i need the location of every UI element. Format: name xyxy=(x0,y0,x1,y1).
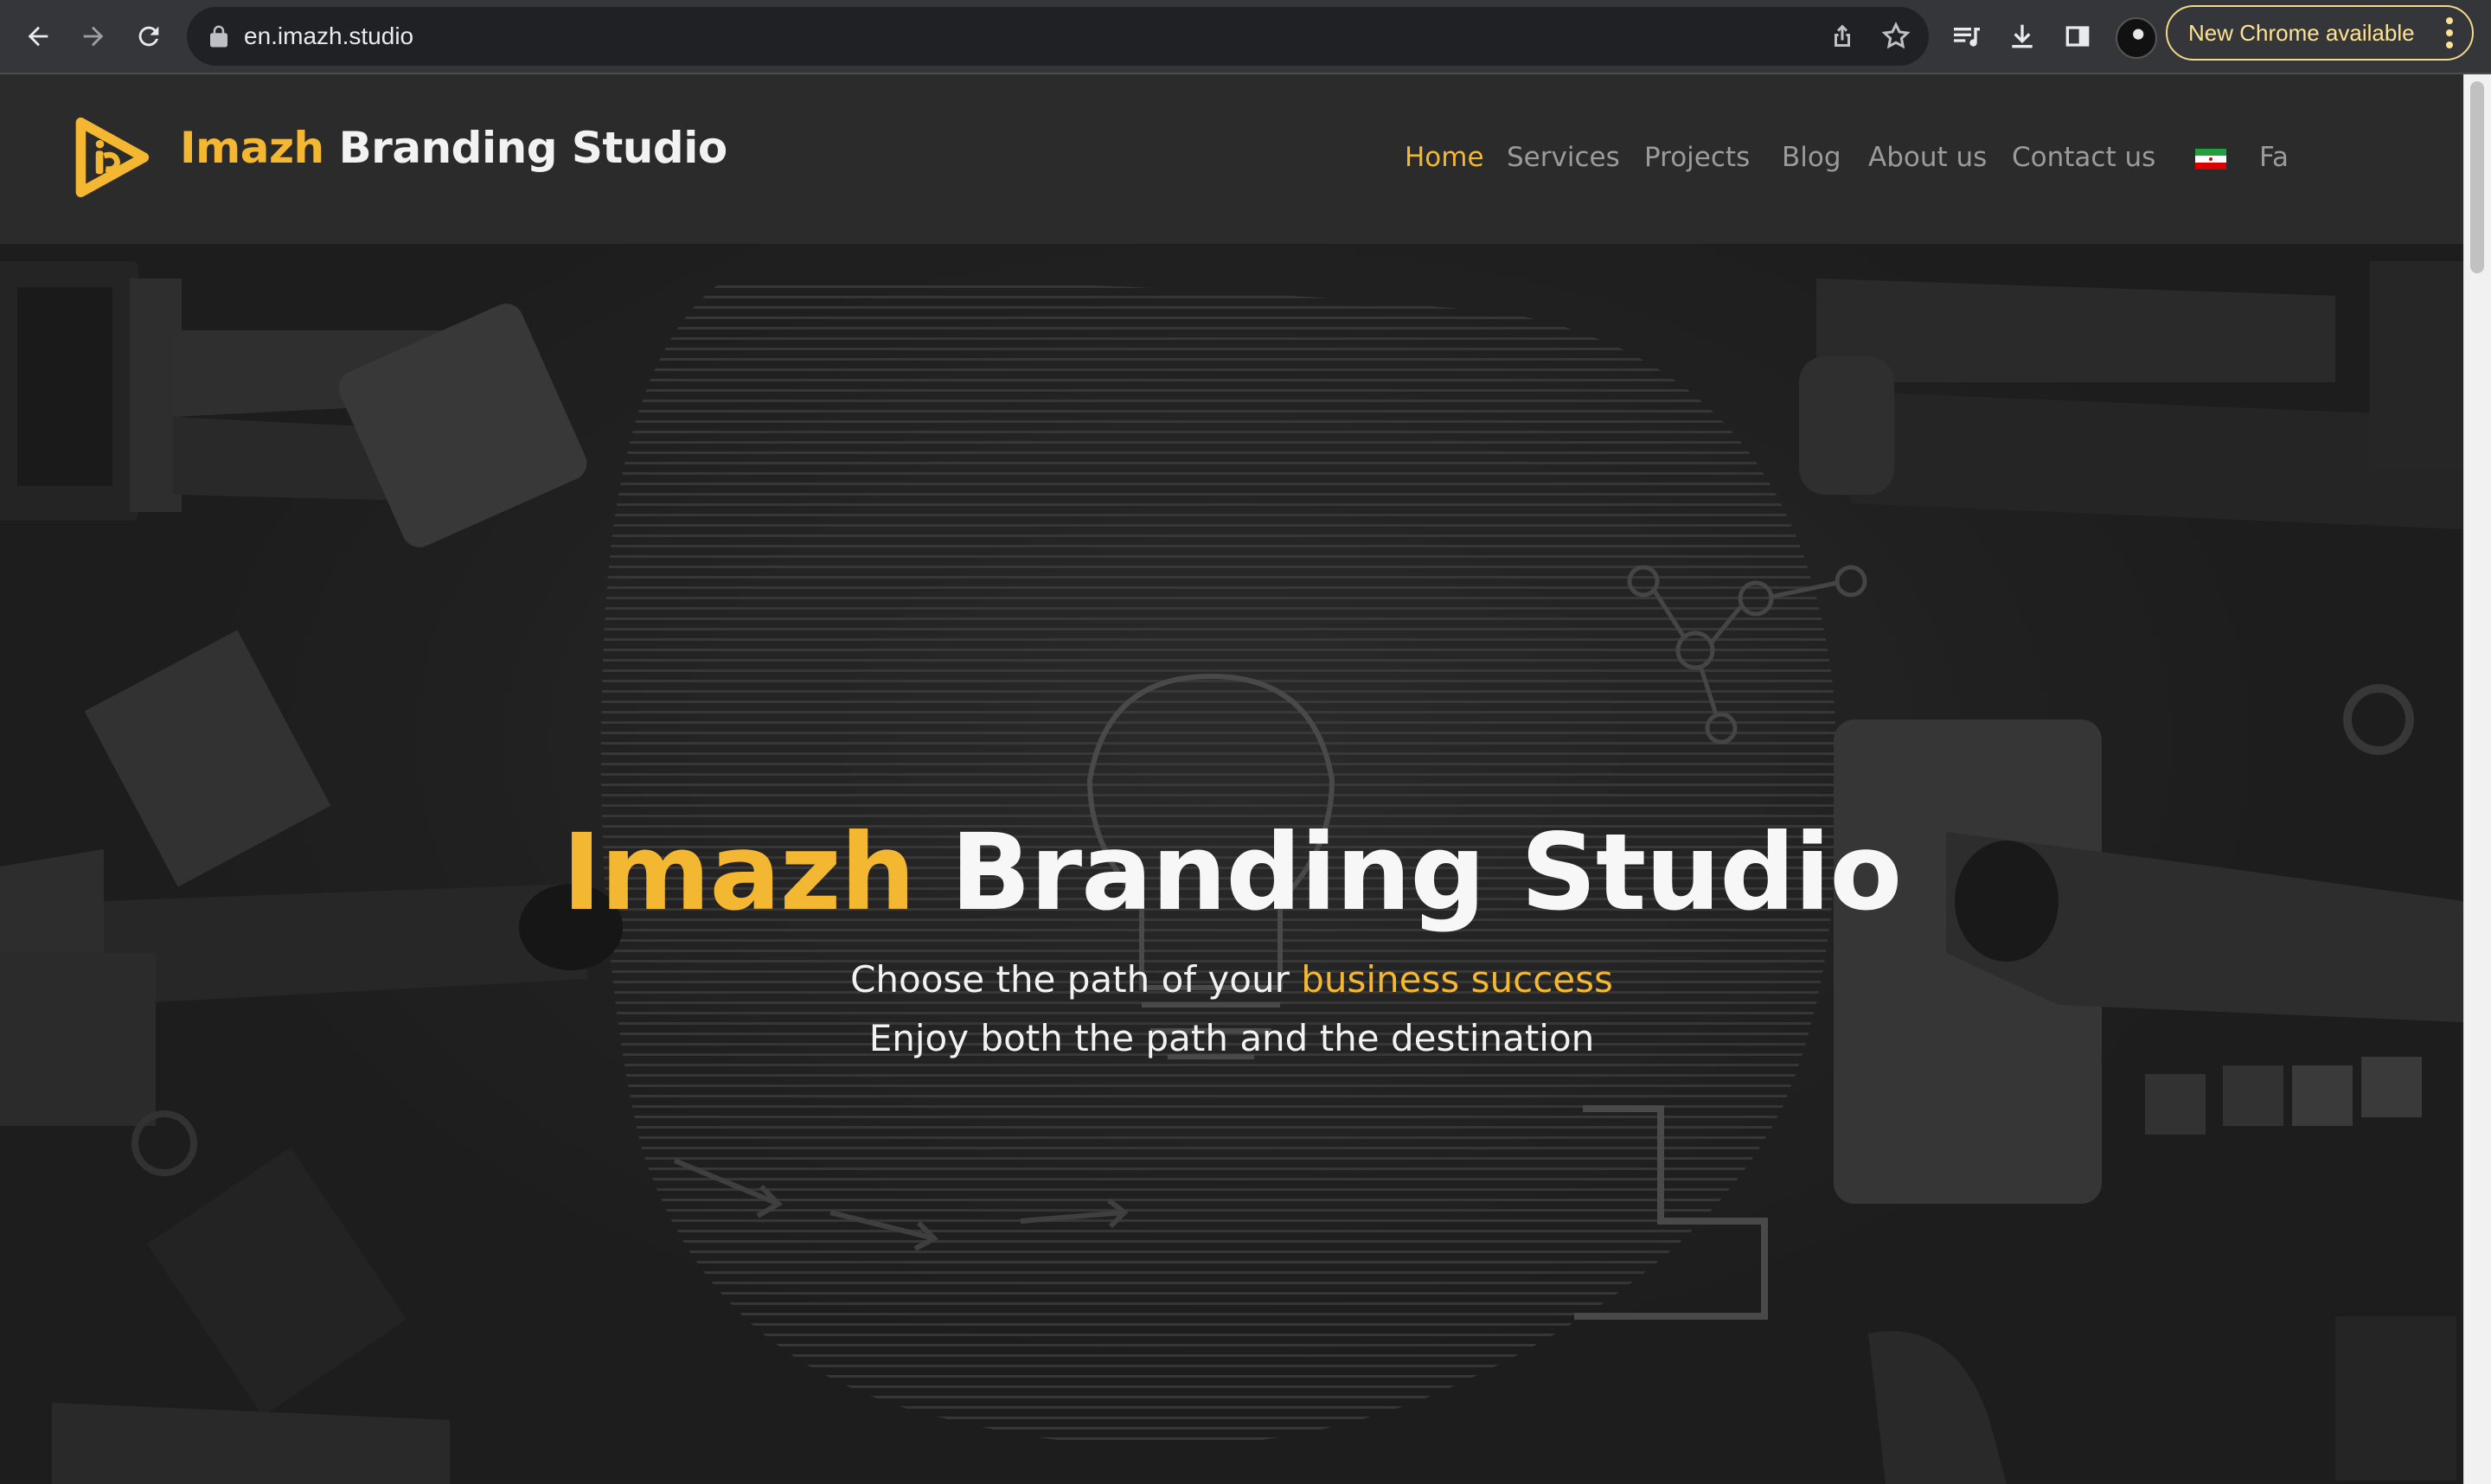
brand-accent: Imazh xyxy=(180,123,324,173)
hero-title: Imazh Branding Studio xyxy=(0,811,2463,934)
site-header: Imazh Branding Studio Home Services Proj… xyxy=(0,74,2463,244)
language-switch[interactable]: Fa xyxy=(2259,142,2289,173)
profile-avatar[interactable] xyxy=(2116,17,2157,59)
hero-title-accent: Imazh xyxy=(561,811,916,934)
star-icon[interactable] xyxy=(1880,21,1911,52)
reload-icon[interactable] xyxy=(128,16,170,57)
side-panel-icon[interactable] xyxy=(2060,19,2095,54)
iran-flag-icon[interactable] xyxy=(2195,149,2226,170)
url-text[interactable]: en.imazh.studio xyxy=(244,7,413,66)
reading-list-icon[interactable] xyxy=(1950,19,1984,54)
hero-tagline-1-prefix: Choose the path of your xyxy=(850,958,1290,1001)
scrollbar-thumb[interactable] xyxy=(2470,81,2484,273)
hero-tagline-1: Choose the path of your business success xyxy=(0,958,2463,1001)
address-bar[interactable]: en.imazh.studio xyxy=(187,7,1929,66)
download-icon[interactable] xyxy=(2005,19,2040,54)
update-chrome-button[interactable]: New Chrome available xyxy=(2166,5,2474,61)
imazh-logo-icon[interactable] xyxy=(69,114,152,201)
site-brand[interactable]: Imazh Branding Studio xyxy=(180,123,727,173)
hero-title-rest: Branding Studio xyxy=(951,811,1902,934)
update-chrome-label: New Chrome available xyxy=(2188,19,2415,46)
forward-arrow-icon[interactable] xyxy=(73,16,114,57)
hero-section: Imazh Branding Studio Choose the path of… xyxy=(0,244,2463,1484)
nav-home[interactable]: Home xyxy=(1405,142,1484,173)
nav-contact-us[interactable]: Contact us xyxy=(2012,142,2155,173)
browser-toolbar: en.imazh.studio New Chrome available xyxy=(0,0,2491,74)
hero-tagline-1-accent: business success xyxy=(1301,958,1613,1001)
nav-blog[interactable]: Blog xyxy=(1782,142,1841,173)
kebab-menu-icon[interactable] xyxy=(2446,17,2453,48)
nav-projects[interactable]: Projects xyxy=(1644,142,1750,173)
back-arrow-icon[interactable] xyxy=(17,16,59,57)
page-scrollbar[interactable] xyxy=(2463,74,2491,1484)
nav-about-us[interactable]: About us xyxy=(1868,142,1987,173)
share-icon[interactable] xyxy=(1827,21,1858,52)
hero-tagline-2: Enjoy both the path and the destination xyxy=(868,1017,1595,1059)
nav-services[interactable]: Services xyxy=(1507,142,1620,173)
lock-icon[interactable] xyxy=(206,22,232,50)
brand-name: Branding Studio xyxy=(338,123,728,173)
